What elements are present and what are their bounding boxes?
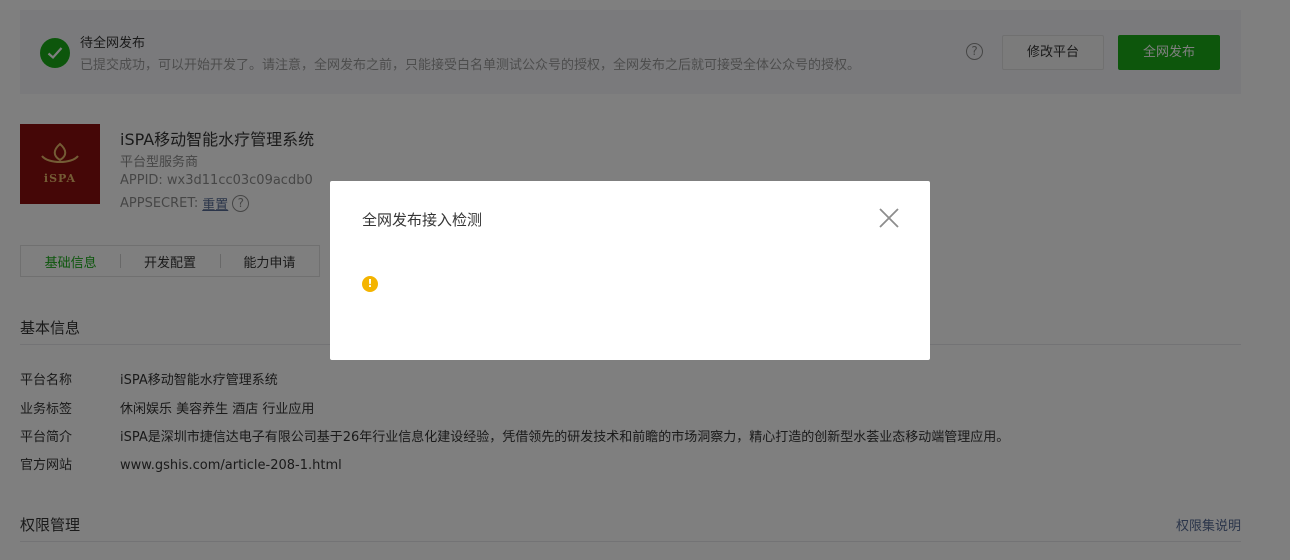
- close-icon[interactable]: [877, 206, 901, 230]
- dialog-title: 全网发布接入检测: [362, 211, 483, 229]
- warning-icon: !: [362, 276, 378, 292]
- publish-check-dialog: 全网发布接入检测 !: [330, 181, 930, 360]
